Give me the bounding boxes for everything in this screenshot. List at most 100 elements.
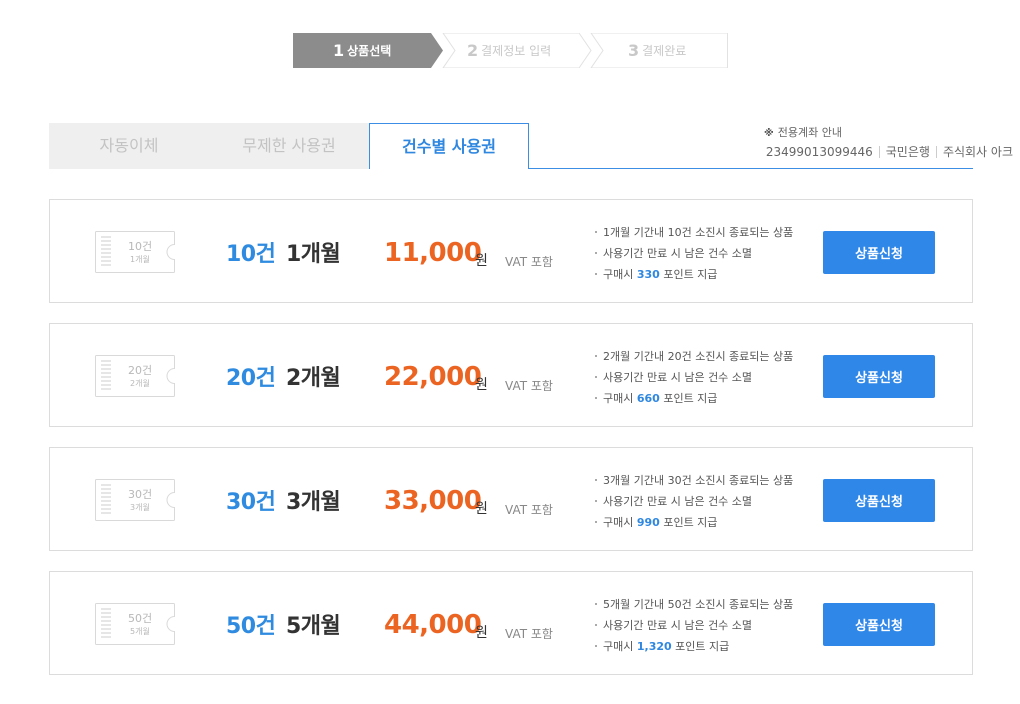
price: 44,000 <box>384 610 482 640</box>
list-item: 5개월 기간내 50건 소진시 종료되는 상품 <box>595 594 793 615</box>
currency-unit: 원 <box>475 377 488 393</box>
desc-points-post: 포인트 지급 <box>659 268 718 281</box>
desc-expiry: 사용기간 만료 시 남은 건수 소멸 <box>603 371 753 384</box>
account-title: ※ 전용계좌 안내 <box>764 124 842 140</box>
list-item: 사용기간 만료 시 남은 건수 소멸 <box>595 491 793 512</box>
step-3-label: 결제완료 <box>642 44 687 58</box>
desc-expiry: 사용기간 만료 시 남은 건수 소멸 <box>603 247 753 260</box>
ticket-count-label: 30건 <box>128 488 153 501</box>
apply-product-button[interactable]: 상품신청 <box>823 231 935 274</box>
apply-product-button[interactable]: 상품신청 <box>823 355 935 398</box>
list-item: 사용기간 만료 시 남은 건수 소멸 <box>595 615 793 636</box>
list-item: 사용기간 만료 시 남은 건수 소멸 <box>595 367 793 388</box>
step-indicator: 1 상품선택 2 결제정보 입력 3 결제완료 <box>293 33 728 68</box>
step-1-number: 1 <box>333 41 345 60</box>
ticket-icon: 50건 5개월 <box>94 602 176 646</box>
ticket-icon: 30건 3개월 <box>94 478 176 522</box>
points-value: 990 <box>636 516 660 529</box>
account-number: 23499013099446 <box>765 145 873 159</box>
step-2-label: 결제정보 입력 <box>481 44 552 58</box>
account-holder: 주식회사 아크 <box>942 145 1013 159</box>
usage-period: 5개월 <box>286 614 341 639</box>
bullet-icon <box>595 376 597 378</box>
ticket-period-label: 1개월 <box>130 255 150 264</box>
product-card: 10건 1개월 10건 1개월 11,000 원 VAT 포함 1개월 기간내 … <box>49 199 973 303</box>
divider <box>935 146 937 158</box>
bullet-icon <box>595 645 597 647</box>
ticket-count-label: 50건 <box>128 612 153 625</box>
desc-points-pre: 구매시 <box>603 516 637 529</box>
desc-points-post: 포인트 지급 <box>659 392 718 405</box>
usage-period: 1개월 <box>286 242 341 267</box>
desc-points-post: 포인트 지급 <box>659 516 718 529</box>
price: 11,000 <box>384 238 482 268</box>
vat-note: VAT 포함 <box>505 503 553 517</box>
desc-term: 3개월 기간내 30건 소진시 종료되는 상품 <box>603 474 794 487</box>
tab-unlimited-pass[interactable]: 무제한 사용권 <box>209 123 369 169</box>
list-item: 구매시 1,320 포인트 지급 <box>595 636 793 657</box>
tab-per-count-pass[interactable]: 건수별 사용권 <box>369 123 529 169</box>
list-item: 3개월 기간내 30건 소진시 종료되는 상품 <box>595 470 793 491</box>
usage-period: 3개월 <box>286 490 341 515</box>
apply-product-button[interactable]: 상품신청 <box>823 603 935 646</box>
desc-points-post: 포인트 지급 <box>671 640 730 653</box>
bullet-icon <box>595 231 597 233</box>
divider <box>878 146 880 158</box>
usage-count: 50건 <box>226 614 276 639</box>
usage-count: 10건 <box>226 242 276 267</box>
list-item: 구매시 330 포인트 지급 <box>595 264 793 285</box>
ticket-period-label: 3개월 <box>130 503 150 512</box>
product-description: 3개월 기간내 30건 소진시 종료되는 상품 사용기간 만료 시 남은 건수 … <box>595 470 793 533</box>
step-2-number: 2 <box>467 41 479 60</box>
account-details: 23499013099446 국민은행 주식회사 아크 <box>766 143 1013 160</box>
list-item: 구매시 990 포인트 지급 <box>595 512 793 533</box>
bank-name: 국민은행 <box>885 145 930 159</box>
ticket-period-label: 5개월 <box>130 627 150 636</box>
bullet-icon <box>595 521 597 523</box>
usage-count: 30건 <box>226 490 276 515</box>
desc-points-pre: 구매시 <box>603 640 637 653</box>
product-card: 30건 3개월 30건 3개월 33,000 원 VAT 포함 3개월 기간내 … <box>49 447 973 551</box>
product-description: 1개월 기간내 10건 소진시 종료되는 상품 사용기간 만료 시 남은 건수 … <box>595 222 793 285</box>
desc-expiry: 사용기간 만료 시 남은 건수 소멸 <box>603 495 753 508</box>
bullet-icon <box>595 500 597 502</box>
price: 33,000 <box>384 486 482 516</box>
tab-auto-transfer[interactable]: 자동이체 <box>49 123 209 169</box>
apply-product-button[interactable]: 상품신청 <box>823 479 935 522</box>
list-item: 2개월 기간내 20건 소진시 종료되는 상품 <box>595 346 793 367</box>
currency-unit: 원 <box>475 253 488 269</box>
points-value: 330 <box>636 268 660 281</box>
list-item: 사용기간 만료 시 남은 건수 소멸 <box>595 243 793 264</box>
desc-term: 1개월 기간내 10건 소진시 종료되는 상품 <box>603 226 794 239</box>
product-card: 50건 5개월 50건 5개월 44,000 원 VAT 포함 5개월 기간내 … <box>49 571 973 675</box>
points-value: 1,320 <box>636 640 672 653</box>
bullet-icon <box>595 355 597 357</box>
usage-period: 2개월 <box>286 366 341 391</box>
note-mark: ※ <box>764 128 774 139</box>
step-1-label: 상품선택 <box>347 44 392 58</box>
product-description: 5개월 기간내 50건 소진시 종료되는 상품 사용기간 만료 시 남은 건수 … <box>595 594 793 657</box>
step-1: 1 상품선택 <box>333 33 391 68</box>
bullet-icon <box>595 624 597 626</box>
vat-note: VAT 포함 <box>505 379 553 393</box>
desc-term: 5개월 기간내 50건 소진시 종료되는 상품 <box>603 598 794 611</box>
ticket-count-label: 20건 <box>128 364 153 377</box>
bullet-icon <box>595 397 597 399</box>
product-card: 20건 2개월 20건 2개월 22,000 원 VAT 포함 2개월 기간내 … <box>49 323 973 427</box>
bullet-icon <box>595 273 597 275</box>
price: 22,000 <box>384 362 482 392</box>
currency-unit: 원 <box>475 625 488 641</box>
usage-count: 20건 <box>226 366 276 391</box>
ticket-period-label: 2개월 <box>130 379 150 388</box>
list-item: 구매시 660 포인트 지급 <box>595 388 793 409</box>
list-item: 1개월 기간내 10건 소진시 종료되는 상품 <box>595 222 793 243</box>
currency-unit: 원 <box>475 501 488 517</box>
bullet-icon <box>595 603 597 605</box>
vat-note: VAT 포함 <box>505 627 553 641</box>
bullet-icon <box>595 252 597 254</box>
desc-term: 2개월 기간내 20건 소진시 종료되는 상품 <box>603 350 794 363</box>
product-description: 2개월 기간내 20건 소진시 종료되는 상품 사용기간 만료 시 남은 건수 … <box>595 346 793 409</box>
ticket-icon: 20건 2개월 <box>94 354 176 398</box>
desc-points-pre: 구매시 <box>603 392 637 405</box>
ticket-icon: 10건 1개월 <box>94 230 176 274</box>
